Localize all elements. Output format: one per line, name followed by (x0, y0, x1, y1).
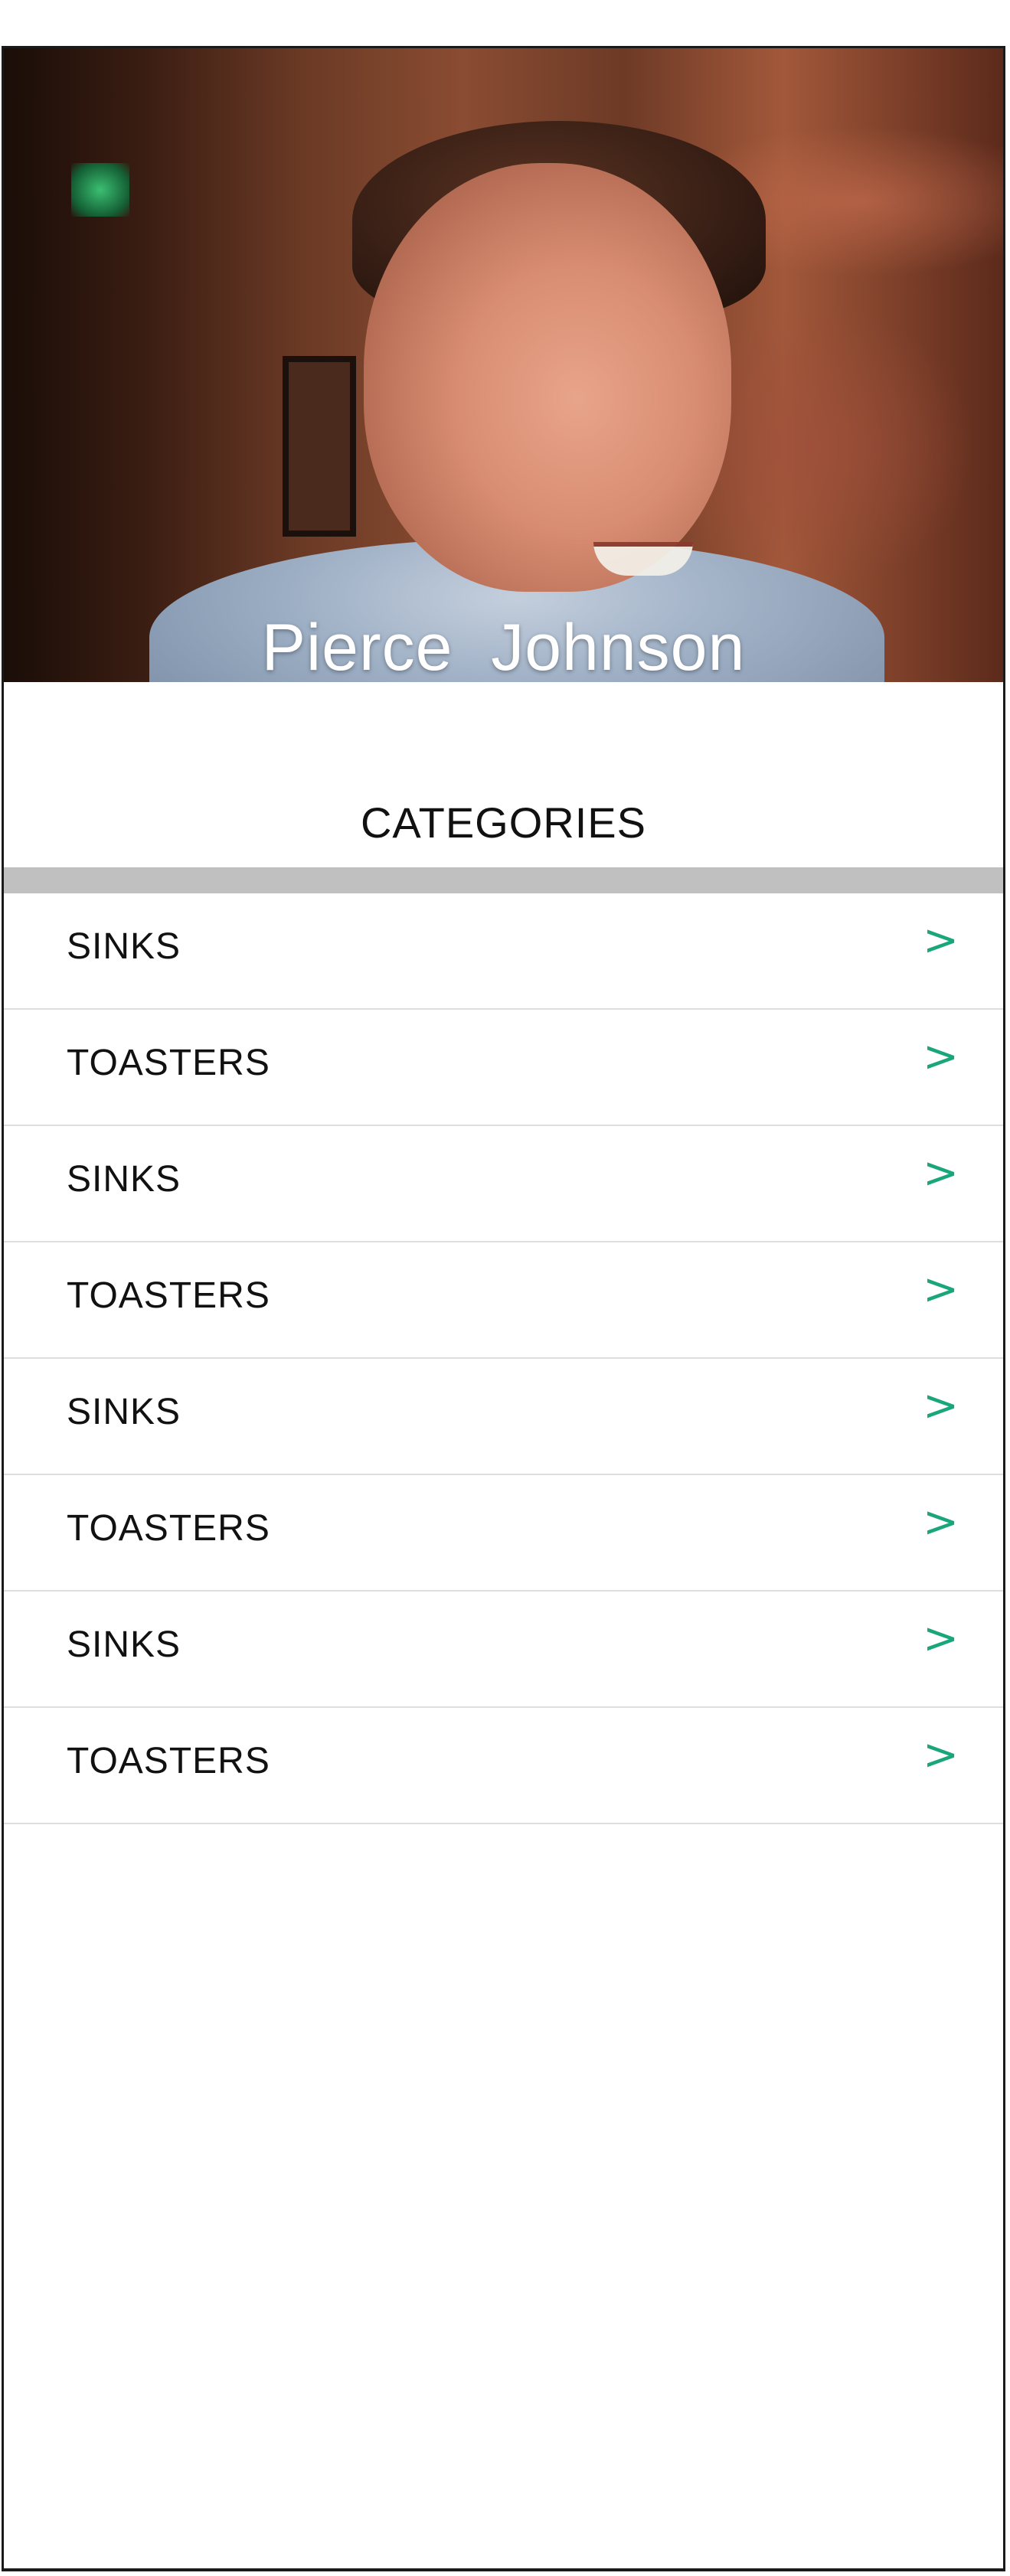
exit-sign-light (71, 163, 129, 217)
app-frame: Pierce Johnson CATEGORIES SINKS > TOASTE… (2, 46, 1005, 2571)
category-label: TOASTERS (67, 1043, 270, 1083)
profile-name: Pierce Johnson (261, 611, 746, 682)
chevron-right-icon[interactable]: > (923, 1618, 959, 1660)
category-item-sinks[interactable]: SINKS > (4, 893, 1003, 1010)
category-item-sinks[interactable]: SINKS > (4, 1359, 1003, 1475)
category-label: SINKS (67, 926, 181, 967)
chevron-right-icon[interactable]: > (923, 1734, 959, 1777)
section-title: CATEGORIES (360, 798, 646, 847)
chevron-right-icon[interactable]: > (923, 1152, 959, 1195)
category-label: TOASTERS (67, 1275, 270, 1316)
category-label: SINKS (67, 1392, 181, 1432)
section-divider (4, 867, 1003, 893)
chevron-right-icon[interactable]: > (923, 1036, 959, 1079)
chevron-right-icon[interactable]: > (923, 1501, 959, 1544)
category-item-sinks[interactable]: SINKS > (4, 1592, 1003, 1708)
chevron-right-icon[interactable]: > (923, 1385, 959, 1428)
chevron-right-icon[interactable]: > (923, 919, 959, 962)
category-label: SINKS (67, 1624, 181, 1665)
category-list: SINKS > TOASTERS > SINKS > TOASTERS > SI… (4, 893, 1003, 1824)
category-item-toasters[interactable]: TOASTERS > (4, 1242, 1003, 1359)
chevron-right-icon[interactable]: > (923, 1268, 959, 1311)
category-item-toasters[interactable]: TOASTERS > (4, 1708, 1003, 1824)
category-item-toasters[interactable]: TOASTERS > (4, 1010, 1003, 1126)
profile-header-photo: Pierce Johnson (4, 48, 1003, 682)
category-item-sinks[interactable]: SINKS > (4, 1126, 1003, 1242)
wall-picture-frame (283, 356, 356, 537)
person-face (364, 163, 731, 592)
category-label: SINKS (67, 1159, 181, 1200)
category-item-toasters[interactable]: TOASTERS > (4, 1475, 1003, 1592)
category-label: TOASTERS (67, 1508, 270, 1549)
category-label: TOASTERS (67, 1741, 270, 1781)
